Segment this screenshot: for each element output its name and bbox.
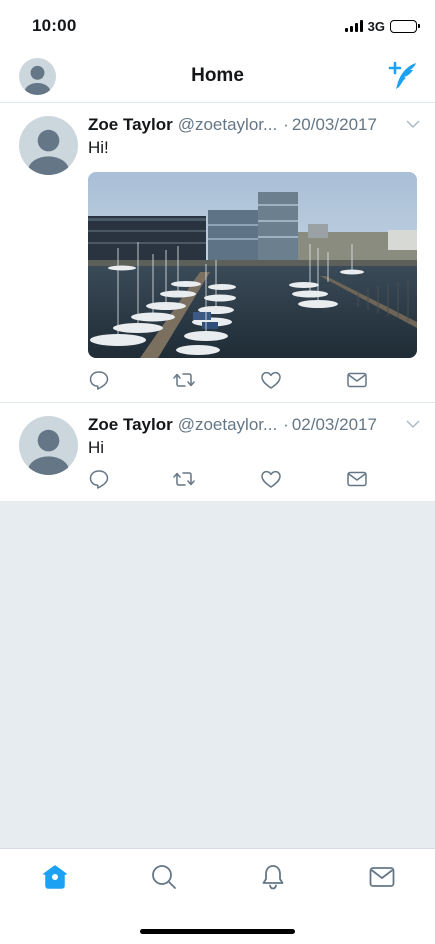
signal-icon [344, 20, 363, 32]
tweet-header: Zoe Taylor @zoetaylor... · 20/03/2017 [88, 114, 420, 136]
author-name[interactable]: Zoe Taylor [88, 115, 173, 135]
retweet-icon[interactable] [173, 369, 195, 391]
author-handle[interactable]: @zoetaylor... [178, 415, 277, 435]
notifications-icon[interactable] [259, 863, 287, 891]
tweet-header: Zoe Taylor @zoetaylor... · 02/03/2017 [88, 414, 420, 436]
home-icon[interactable] [41, 863, 69, 891]
direct-message-icon[interactable] [346, 369, 368, 391]
author-handle[interactable]: @zoetaylor... [178, 115, 277, 135]
direct-message-icon[interactable] [346, 468, 368, 490]
status-time: 10:00 [32, 16, 77, 35]
messages-icon[interactable] [368, 863, 396, 891]
nav-header: Home [0, 50, 435, 103]
home-indicator[interactable] [140, 929, 295, 934]
compose-tweet-icon[interactable] [387, 60, 419, 92]
chevron-down-icon[interactable] [406, 119, 420, 129]
separator-dot: · [283, 415, 289, 434]
tweet-date: 20/03/2017 [291, 115, 377, 134]
retweet-icon[interactable] [173, 468, 195, 490]
tweet-photo[interactable] [88, 172, 417, 358]
avatar[interactable] [19, 116, 78, 175]
page-title: Home [191, 65, 244, 86]
avatar[interactable] [19, 416, 78, 475]
search-icon[interactable] [150, 863, 178, 891]
tweet-date: 02/03/2017 [291, 415, 377, 434]
status-bar: 10:00 3G [0, 0, 435, 50]
like-icon[interactable] [260, 468, 282, 490]
timeline-empty-area [0, 501, 435, 848]
tweet[interactable]: Zoe Taylor @zoetaylor... · 02/03/2017 Hi [0, 403, 435, 501]
network-label: 3G [367, 18, 385, 34]
status-indicators: 3G [344, 18, 420, 34]
tweet-text: Hi! [88, 138, 109, 157]
tweet-actions [88, 369, 388, 393]
battery-icon [390, 19, 420, 33]
chevron-down-icon[interactable] [406, 419, 420, 429]
tweet-actions [88, 468, 388, 492]
reply-icon[interactable] [88, 468, 110, 490]
tweet-text: Hi [88, 438, 105, 457]
separator-dot: · [283, 115, 289, 134]
like-icon[interactable] [260, 369, 282, 391]
tweet[interactable]: Zoe Taylor @zoetaylor... · 20/03/2017 Hi… [0, 103, 435, 403]
author-name[interactable]: Zoe Taylor [88, 415, 173, 435]
reply-icon[interactable] [88, 369, 110, 391]
